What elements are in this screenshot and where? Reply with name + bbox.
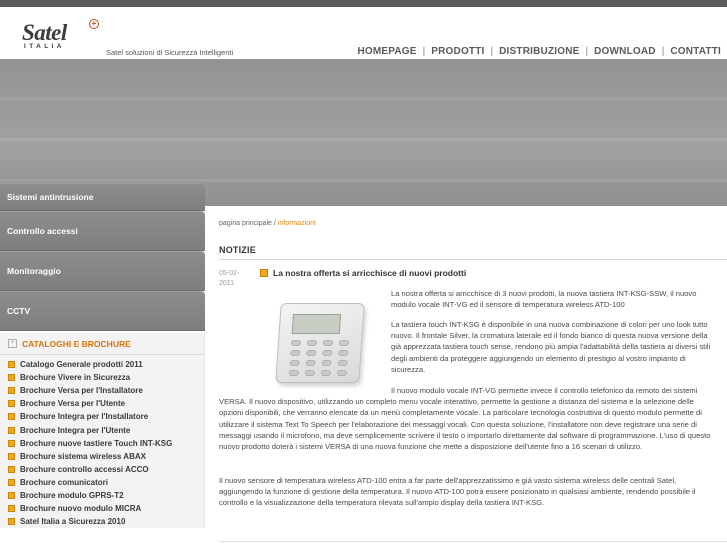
catalog-item[interactable]: Brochure nuove tastiere Touch INT-KSG [8, 437, 204, 450]
news-date: 05-02-2011 [219, 270, 240, 287]
bullet-icon [8, 452, 15, 460]
bullet-icon [8, 387, 15, 395]
sidebar-item-monitoraggio[interactable]: Monitoraggio [0, 251, 205, 291]
nav-download[interactable]: DOWNLOAD [594, 46, 656, 57]
catalog-item[interactable]: Brochure Versa per l'Installatore [8, 384, 204, 397]
sidebar-item-sistemi-antintrusione[interactable]: Sistemi antintrusione [0, 183, 205, 211]
nav-contatti[interactable]: CONTATTI [670, 46, 721, 57]
bullet-icon [8, 426, 15, 434]
bullet-icon [260, 269, 268, 277]
breadcrumb-current: informazioni [277, 220, 316, 227]
tagline: Satel soluzioni di Sicurezza Intelligent… [106, 48, 234, 57]
bullet-icon [8, 478, 15, 486]
nav-separator: | [422, 46, 426, 57]
nav-separator: | [661, 46, 665, 57]
catalog-item-label: Brochure Versa per l'Installatore [20, 386, 143, 396]
catalog-item-label: Catalogo Generale prodotti 2011 [20, 360, 143, 370]
news-paragraph: Il nuovo sensore di temperatura wireless… [219, 476, 696, 508]
nav-prodotti[interactable]: PRODOTTI [431, 46, 484, 57]
catalog-item-label: Brochure nuove tastiere Touch INT-KSG [20, 438, 173, 448]
catalog-item[interactable]: Brochure comunicatori [8, 476, 204, 489]
sidebar: Sistemi antintrusione Controllo accessi … [0, 183, 205, 529]
catalog-item-label: Brochure Integra per l'Utente [20, 425, 131, 435]
section-title: NOTIZIE [219, 245, 256, 255]
catalog-item-label: Brochure Vivere in Sicurezza [20, 373, 131, 383]
breadcrumb-home[interactable]: pagina principale [219, 220, 272, 227]
catalog-item[interactable]: Brochure Vivere in Sicurezza [8, 371, 204, 384]
bullet-icon [8, 413, 15, 421]
catalog-item[interactable]: Brochure controllo accessi ACCO [8, 463, 204, 476]
bullet-icon [8, 361, 15, 369]
divider [219, 259, 727, 260]
logo-text: Satel [22, 20, 67, 45]
catalog-item[interactable]: Brochure sistema wireless ABAX [8, 450, 204, 463]
catalog-item-label: Brochure comunicatori [20, 477, 109, 487]
breadcrumb-separator: / [273, 220, 276, 227]
news-paragraph: La nostra offerta si arricchisce di 3 nu… [391, 289, 697, 310]
logo-subtitle: ITALIA [24, 43, 65, 50]
catalog-item-label: Satel Italia a Sicurezza 2010 [20, 517, 126, 527]
top-bar [0, 0, 727, 7]
catalog-item[interactable]: Brochure Integra per l'Utente [8, 423, 204, 436]
collapse-icon[interactable]: + [8, 339, 17, 348]
logo-plus-icon: + [89, 19, 99, 29]
nav-separator: | [490, 46, 494, 57]
keypad-buttons [288, 340, 350, 376]
bullet-icon [8, 465, 15, 473]
nav-homepage[interactable]: HOMEPAGE [357, 46, 416, 57]
sidebar-item-cctv[interactable]: CCTV [0, 291, 205, 331]
news-title-link[interactable]: La nostra offerta si arricchisce di nuov… [260, 268, 466, 278]
catalog-item[interactable]: Brochure Versa per l'Utente [8, 397, 204, 410]
news-paragraph: Il nuovo modulo vocale INT-VG permette i… [219, 386, 711, 452]
keypad-product-image [275, 303, 365, 383]
bullet-icon [8, 439, 15, 447]
catalog-item-label: Brochure Integra per l'Installatore [20, 412, 149, 422]
nav-distribuzione[interactable]: DISTRIBUZIONE [499, 46, 579, 57]
catalog-item[interactable]: Brochure nuovo modulo MICRA [8, 502, 204, 515]
catalog-title: CATALOGHI E BROCHURE [22, 338, 131, 349]
breadcrumb: pagina principale / informazioni [219, 220, 316, 227]
catalog-box: + CATALOGHI E BROCHURE Catalogo Generale… [0, 333, 205, 529]
catalog-item[interactable]: Satel Italia a Sicurezza 2010 [8, 515, 204, 528]
nav-separator: | [585, 46, 589, 57]
sidebar-item-controllo-accessi[interactable]: Controllo accessi [0, 211, 205, 251]
bullet-icon [8, 400, 15, 408]
divider [219, 541, 727, 542]
keypad-display [291, 314, 342, 334]
catalog-item-label: Brochure modulo GPRS-T2 [20, 490, 124, 500]
catalog-item[interactable]: Catalogo Generale prodotti 2011 [8, 358, 204, 371]
bullet-icon [8, 374, 15, 382]
catalog-item[interactable]: Brochure modulo GPRS-T2 [8, 489, 204, 502]
bullet-icon [8, 505, 15, 513]
news-title: La nostra offerta si arricchisce di nuov… [273, 268, 467, 278]
catalog-header: + CATALOGHI E BROCHURE [0, 333, 204, 355]
main-nav: HOMEPAGE | PRODOTTI | DISTRIBUZIONE | DO… [357, 46, 721, 57]
catalog-item-label: Brochure Versa per l'Utente [20, 399, 126, 409]
bullet-icon [8, 518, 15, 526]
catalog-item-label: Brochure sistema wireless ABAX [20, 451, 146, 461]
catalog-item-label: Brochure controllo accessi ACCO [20, 464, 149, 474]
bullet-icon [8, 491, 15, 499]
news-paragraph: La tastiera touch INT-KSG è disponibile … [391, 320, 711, 374]
catalog-item[interactable]: Brochure Integra per l'Installatore [8, 410, 204, 423]
satel-logo[interactable]: Satel + ITALIA [22, 19, 108, 52]
catalog-item-label: Brochure nuovo modulo MICRA [20, 504, 142, 514]
catalog-list: Catalogo Generale prodotti 2011 Brochure… [0, 355, 204, 528]
